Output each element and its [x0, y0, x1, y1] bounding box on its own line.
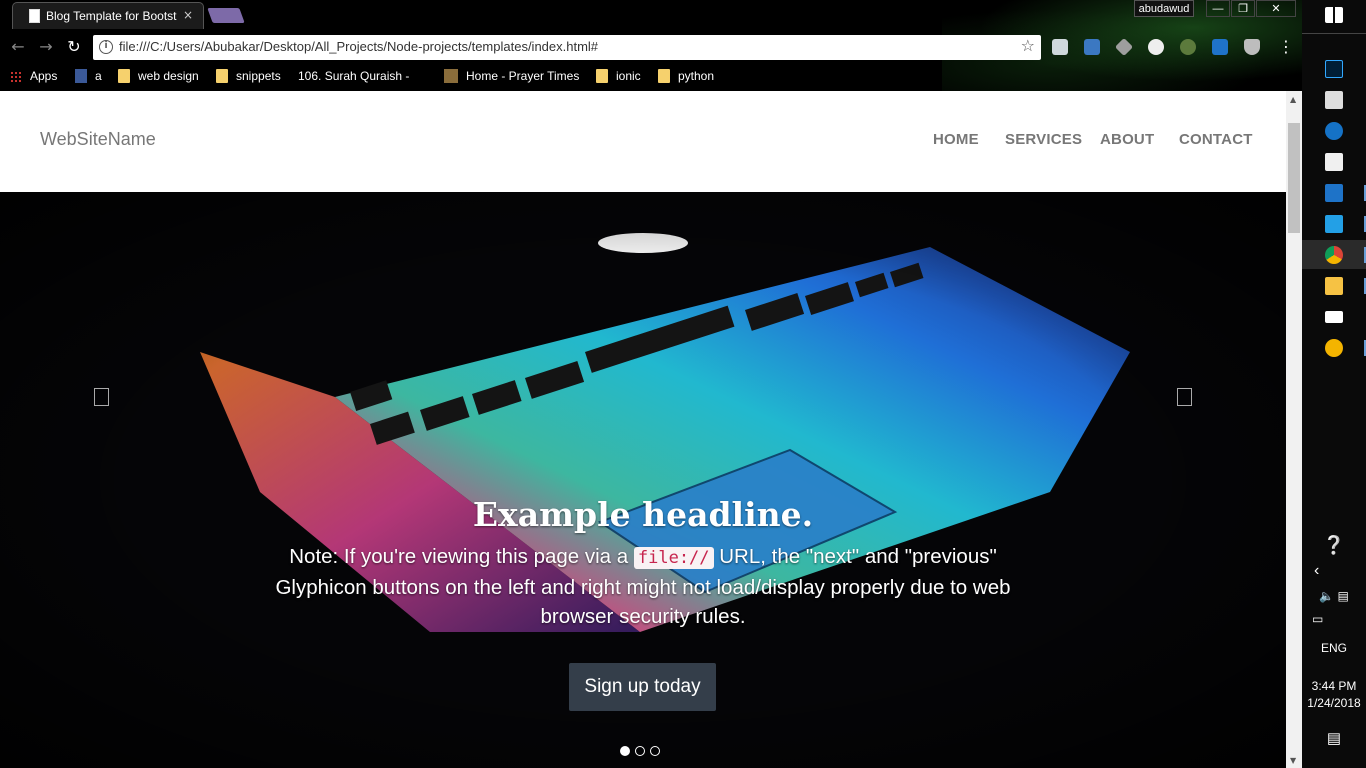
clock-date[interactable]: 1/24/2018 — [1302, 696, 1366, 710]
app-grid-icon[interactable] — [1325, 153, 1343, 171]
web-page: WebSiteName HOME SERVICES ABOUT CONTACT — [0, 91, 1286, 768]
bookmark-label: Home - Prayer Times — [466, 69, 580, 83]
bookmark-snippets[interactable]: snippets — [216, 68, 281, 84]
file-explorer-icon[interactable] — [1325, 277, 1343, 295]
carousel-caption: Example headline. Note: If you're viewin… — [243, 495, 1043, 631]
carousel-indicators — [620, 741, 665, 756]
caption-text-part: Note: If you're viewing this page via a — [289, 545, 634, 568]
folder-icon — [216, 69, 228, 83]
bookmark-label: snippets — [236, 69, 281, 83]
nav-about[interactable]: ABOUT — [1100, 131, 1154, 148]
maximize-button[interactable]: ❐ — [1231, 0, 1255, 17]
site-brand[interactable]: WebSiteName — [40, 129, 156, 150]
store-icon[interactable] — [1325, 91, 1343, 109]
page-icon — [29, 9, 40, 23]
nav-contact[interactable]: CONTACT — [1179, 131, 1253, 148]
windows-taskbar: ❔ ‹ 🔈 ▤ ▭ ENG 3:44 PM 1/24/2018 ▤ — [1302, 0, 1366, 768]
carousel-next-button[interactable] — [1177, 388, 1192, 406]
bookmark-label: a — [95, 69, 102, 83]
bookmark-python[interactable]: python — [658, 68, 714, 84]
tab-title: Blog Template for Bootst — [46, 9, 177, 23]
bookmark-label: ionic — [616, 69, 641, 83]
forward-button[interactable]: → — [36, 37, 56, 57]
back-button[interactable]: ← — [8, 37, 28, 57]
extension-icon[interactable] — [1180, 39, 1196, 55]
bookmarks-bar: Apps a web design snippets 106. Surah Qu… — [0, 64, 1302, 88]
new-tab-button[interactable] — [207, 8, 245, 23]
bookmark-a[interactable]: a — [75, 68, 102, 84]
carousel-indicator[interactable] — [650, 746, 660, 756]
bookmark-label: python — [678, 69, 715, 83]
tab-close-button[interactable]: × — [183, 8, 193, 22]
bookmark-prayer-times[interactable]: Home - Prayer Times — [444, 68, 579, 84]
extension-icon[interactable] — [1084, 39, 1100, 55]
shield-icon[interactable] — [1244, 39, 1260, 55]
volume-network-icons[interactable]: 🔈 ▤ — [1302, 589, 1366, 603]
clock-time[interactable]: 3:44 PM — [1302, 679, 1366, 693]
taskbar-divider — [1302, 33, 1366, 34]
reload-button[interactable]: ↻ — [64, 37, 84, 57]
info-icon[interactable]: i — [99, 40, 113, 54]
bookmark-star-icon[interactable]: ☆ — [1021, 36, 1035, 55]
browser-chrome: Blog Template for Bootst × abudawud — ❐ … — [0, 0, 1302, 91]
chrome-icon[interactable] — [1325, 246, 1343, 264]
minimize-button[interactable]: — — [1206, 0, 1230, 17]
carousel-indicator[interactable] — [620, 746, 630, 756]
carousel-indicator[interactable] — [635, 746, 645, 756]
close-window-button[interactable]: ✕ — [1256, 0, 1296, 17]
folder-icon — [118, 69, 130, 83]
app-icon[interactable] — [1325, 339, 1343, 357]
scroll-down-arrow-icon[interactable]: ▼ — [1290, 756, 1296, 765]
bookmark-apps[interactable]: Apps — [10, 68, 57, 84]
apps-grid-icon — [10, 71, 22, 83]
address-bar[interactable]: i file:///C:/Users/Abubakar/Desktop/All_… — [93, 35, 1041, 60]
scrollbar-thumb[interactable] — [1288, 123, 1300, 233]
edge-icon[interactable] — [1325, 122, 1343, 140]
scroll-up-arrow-icon[interactable]: ▲ — [1290, 95, 1296, 104]
nav-home[interactable]: HOME — [933, 131, 979, 148]
hero-carousel: Example headline. Note: If you're viewin… — [0, 192, 1286, 768]
carousel-headline: Example headline. — [472, 495, 814, 534]
battery-icon[interactable]: ▭ — [1302, 612, 1366, 626]
carousel-prev-button[interactable] — [94, 388, 109, 406]
browser-toolbar: ← → ↻ i file:///C:/Users/Abubakar/Deskto… — [0, 31, 1302, 63]
facebook-icon — [75, 69, 87, 83]
bookmark-ionic[interactable]: ionic — [596, 68, 641, 84]
windows-start-icon[interactable] — [1325, 7, 1343, 23]
nav-services[interactable]: SERVICES — [1005, 131, 1082, 148]
mail-icon[interactable] — [1325, 311, 1343, 323]
site-navbar: WebSiteName HOME SERVICES ABOUT CONTACT — [0, 91, 1286, 192]
profile-button[interactable]: abudawud — [1134, 0, 1194, 17]
folder-icon — [658, 69, 670, 83]
folder-icon — [596, 69, 608, 83]
help-icon[interactable]: ❔ — [1302, 535, 1366, 556]
bookmark-label: web design — [138, 69, 199, 83]
notifications-icon[interactable]: ▤ — [1302, 729, 1366, 747]
file-url-code: file:// — [633, 547, 714, 569]
bookmark-label: Apps — [30, 69, 58, 83]
extension-icon[interactable] — [1212, 39, 1228, 55]
url-text: file:///C:/Users/Abubakar/Desktop/All_Pr… — [119, 39, 599, 54]
extension-icon[interactable] — [1052, 39, 1068, 55]
mosque-icon — [444, 69, 458, 83]
carousel-text: Note: If you're viewing this page via a … — [243, 542, 1043, 631]
extension-icon[interactable] — [1114, 37, 1134, 57]
signup-button[interactable]: Sign up today — [569, 663, 716, 711]
chevron-left-icon[interactable]: ‹ — [1302, 562, 1366, 580]
browser-tab[interactable]: Blog Template for Bootst × — [12, 2, 204, 29]
extension-icon[interactable] — [1148, 39, 1164, 55]
page-scrollbar[interactable]: ▲ ▼ — [1286, 91, 1302, 768]
language-indicator[interactable]: ENG — [1302, 641, 1366, 655]
bookmark-surah-quraish[interactable]: 106. Surah Quraish - — [298, 68, 409, 84]
menu-icon[interactable]: ⋮ — [1278, 37, 1294, 57]
bookmark-web-design[interactable]: web design — [118, 68, 199, 84]
bookmark-label: 106. Surah Quraish - — [298, 69, 410, 83]
vscode-icon[interactable] — [1325, 215, 1343, 233]
app-icon[interactable] — [1325, 184, 1343, 202]
photoshop-icon[interactable] — [1325, 60, 1343, 78]
